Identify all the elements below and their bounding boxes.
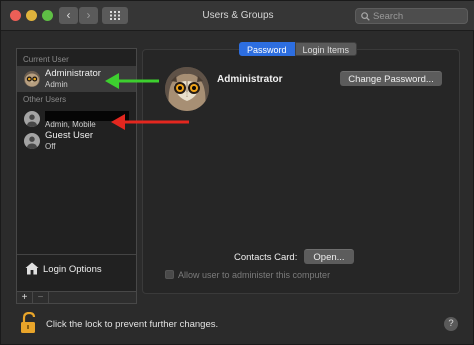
red-arrow — [111, 114, 189, 130]
users-groups-window: ‹ › Users & Groups Current User — [0, 0, 474, 345]
annotation-arrows — [105, 73, 189, 130]
help-button[interactable]: ? — [444, 317, 458, 331]
lock-message: Click the lock to prevent further change… — [46, 319, 219, 330]
unlocked-padlock-icon[interactable] — [20, 312, 38, 334]
green-arrow — [105, 73, 159, 89]
